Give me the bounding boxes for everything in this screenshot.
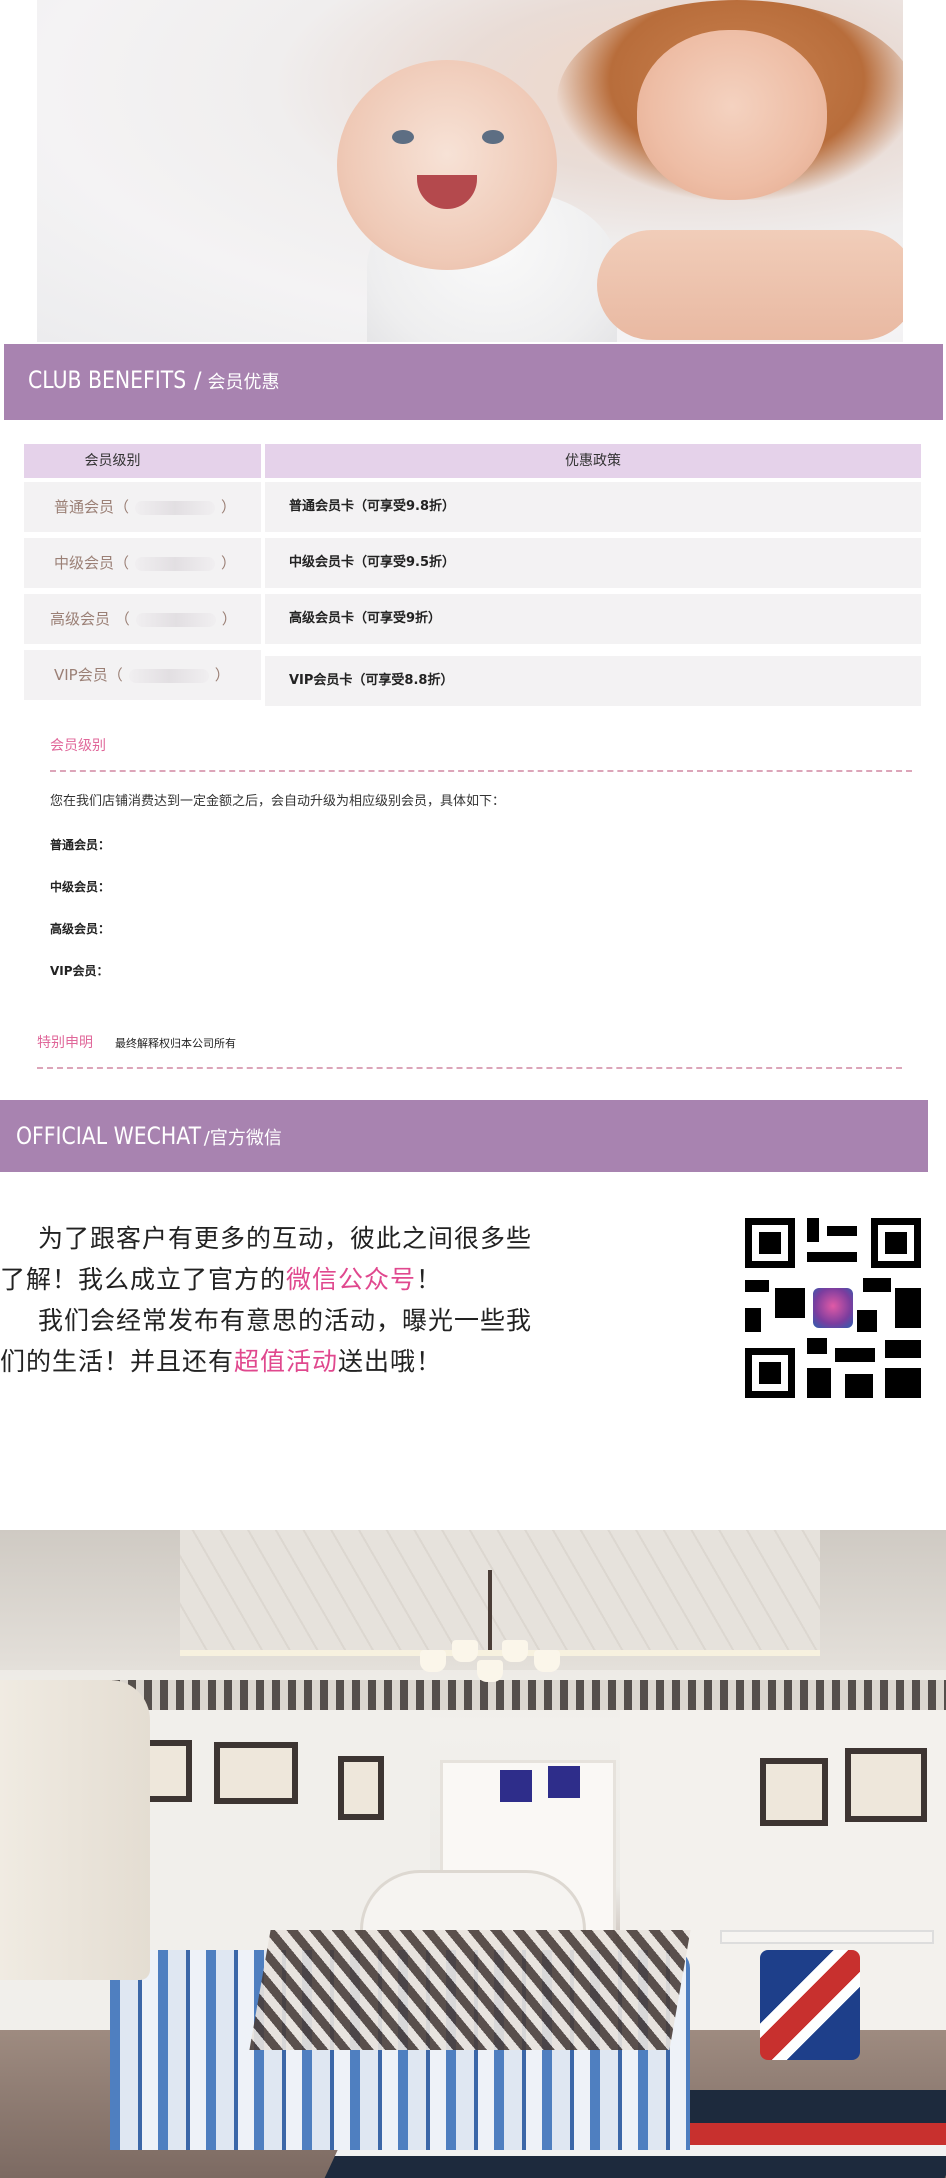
club-benefits-slash: /	[194, 369, 202, 394]
wechat-highlight-official-account: 微信公众号	[286, 1265, 417, 1294]
level-label: 普通会员（	[54, 498, 130, 516]
brand-logo-icon	[813, 1288, 853, 1328]
divider-dashed	[50, 770, 912, 772]
table-row-policy-mid: 中级会员卡（可享受9.5折）	[265, 538, 921, 588]
club-benefits-title-cn: 会员优惠	[207, 372, 280, 393]
table-row-policy-senior: 高级会员卡（可享受9折）	[265, 594, 921, 644]
level-item-mid: 中级会员：	[50, 880, 111, 894]
level-close: ）	[214, 666, 230, 684]
wechat-line-3: 我们会经常发布有意思的活动，曝光一些我	[38, 1306, 533, 1335]
wechat-line-4: 们的生活！并且还有超值活动送出哦！	[0, 1341, 560, 1382]
table-row-level-regular: 普通会员（ ）	[24, 482, 261, 532]
wechat-line-1: 为了跟客户有更多的互动，彼此之间很多些	[38, 1224, 533, 1253]
level-item-regular: 普通会员：	[50, 838, 111, 852]
notice-heading: 特别申明	[37, 1035, 93, 1051]
level-label: 高级会员 （	[50, 610, 130, 628]
policy-text: VIP会员卡（可享受8.8折）	[289, 673, 454, 688]
member-levels-heading: 会员级别	[50, 738, 106, 754]
table-header-level: 会员级别	[24, 444, 261, 478]
official-wechat-title-en: OFFICIAL WECHAT	[16, 1122, 202, 1150]
table-header-level-label: 会员级别	[84, 453, 141, 469]
wechat-text-span: 送出哦！	[338, 1347, 443, 1376]
wechat-line-2: 了解！我么成立了官方的微信公众号！	[0, 1259, 560, 1300]
level-label: VIP会员（	[54, 666, 123, 684]
level-close: ）	[221, 610, 237, 628]
official-wechat-banner: OFFICIAL WECHAT/官方微信	[0, 1100, 928, 1172]
level-close: ）	[221, 498, 237, 516]
wechat-highlight-deals: 超值活动	[234, 1347, 339, 1376]
table-row-level-vip: VIP会员（ ）	[24, 650, 261, 700]
policy-text: 中级会员卡（可享受9.5折）	[289, 555, 456, 570]
level-item-senior: 高级会员：	[50, 922, 111, 936]
club-benefits-title-en: CLUB BENEFITS	[28, 366, 187, 394]
club-benefits-banner: CLUB BENEFITS / 会员优惠	[4, 344, 943, 420]
bedroom-photo	[0, 1530, 946, 2178]
member-levels-intro: 您在我们店铺消费达到一定金额之后，会自动升级为相应级别会员，具体如下：	[50, 794, 506, 809]
policy-text: 普通会员卡（可享受9.8折）	[289, 499, 456, 514]
divider-dashed	[37, 1067, 902, 1069]
table-row-level-senior: 高级会员 （ ）	[24, 594, 261, 644]
table-row-policy-regular: 普通会员卡（可享受9.8折）	[265, 482, 921, 532]
wechat-text-span: 们的生活！并且还有	[0, 1347, 235, 1376]
wechat-text-span: ！	[416, 1265, 443, 1294]
table-row-level-mid: 中级会员（ ）	[24, 538, 261, 588]
level-item-vip: VIP会员：	[50, 964, 109, 978]
notice-text: 最终解释权归本公司所有	[115, 1037, 236, 1050]
policy-text: 高级会员卡（可享受9折）	[289, 611, 442, 626]
hero-image-mother-baby	[37, 0, 903, 342]
official-wechat-title-cn: /官方微信	[203, 1128, 282, 1149]
wechat-text-span: 了解！我么成立了官方的	[0, 1265, 287, 1294]
level-close: ）	[221, 554, 237, 572]
wechat-description: 为了跟客户有更多的互动，彼此之间很多些 了解！我么成立了官方的微信公众号！ 我们…	[0, 1218, 560, 1382]
level-label: 中级会员（	[54, 554, 130, 572]
table-row-policy-vip: VIP会员卡（可享受8.8折）	[265, 656, 921, 706]
qr-code-icon	[745, 1218, 921, 1398]
table-header-policy-label: 优惠政策	[565, 453, 621, 469]
table-header-policy: 优惠政策	[265, 444, 921, 478]
